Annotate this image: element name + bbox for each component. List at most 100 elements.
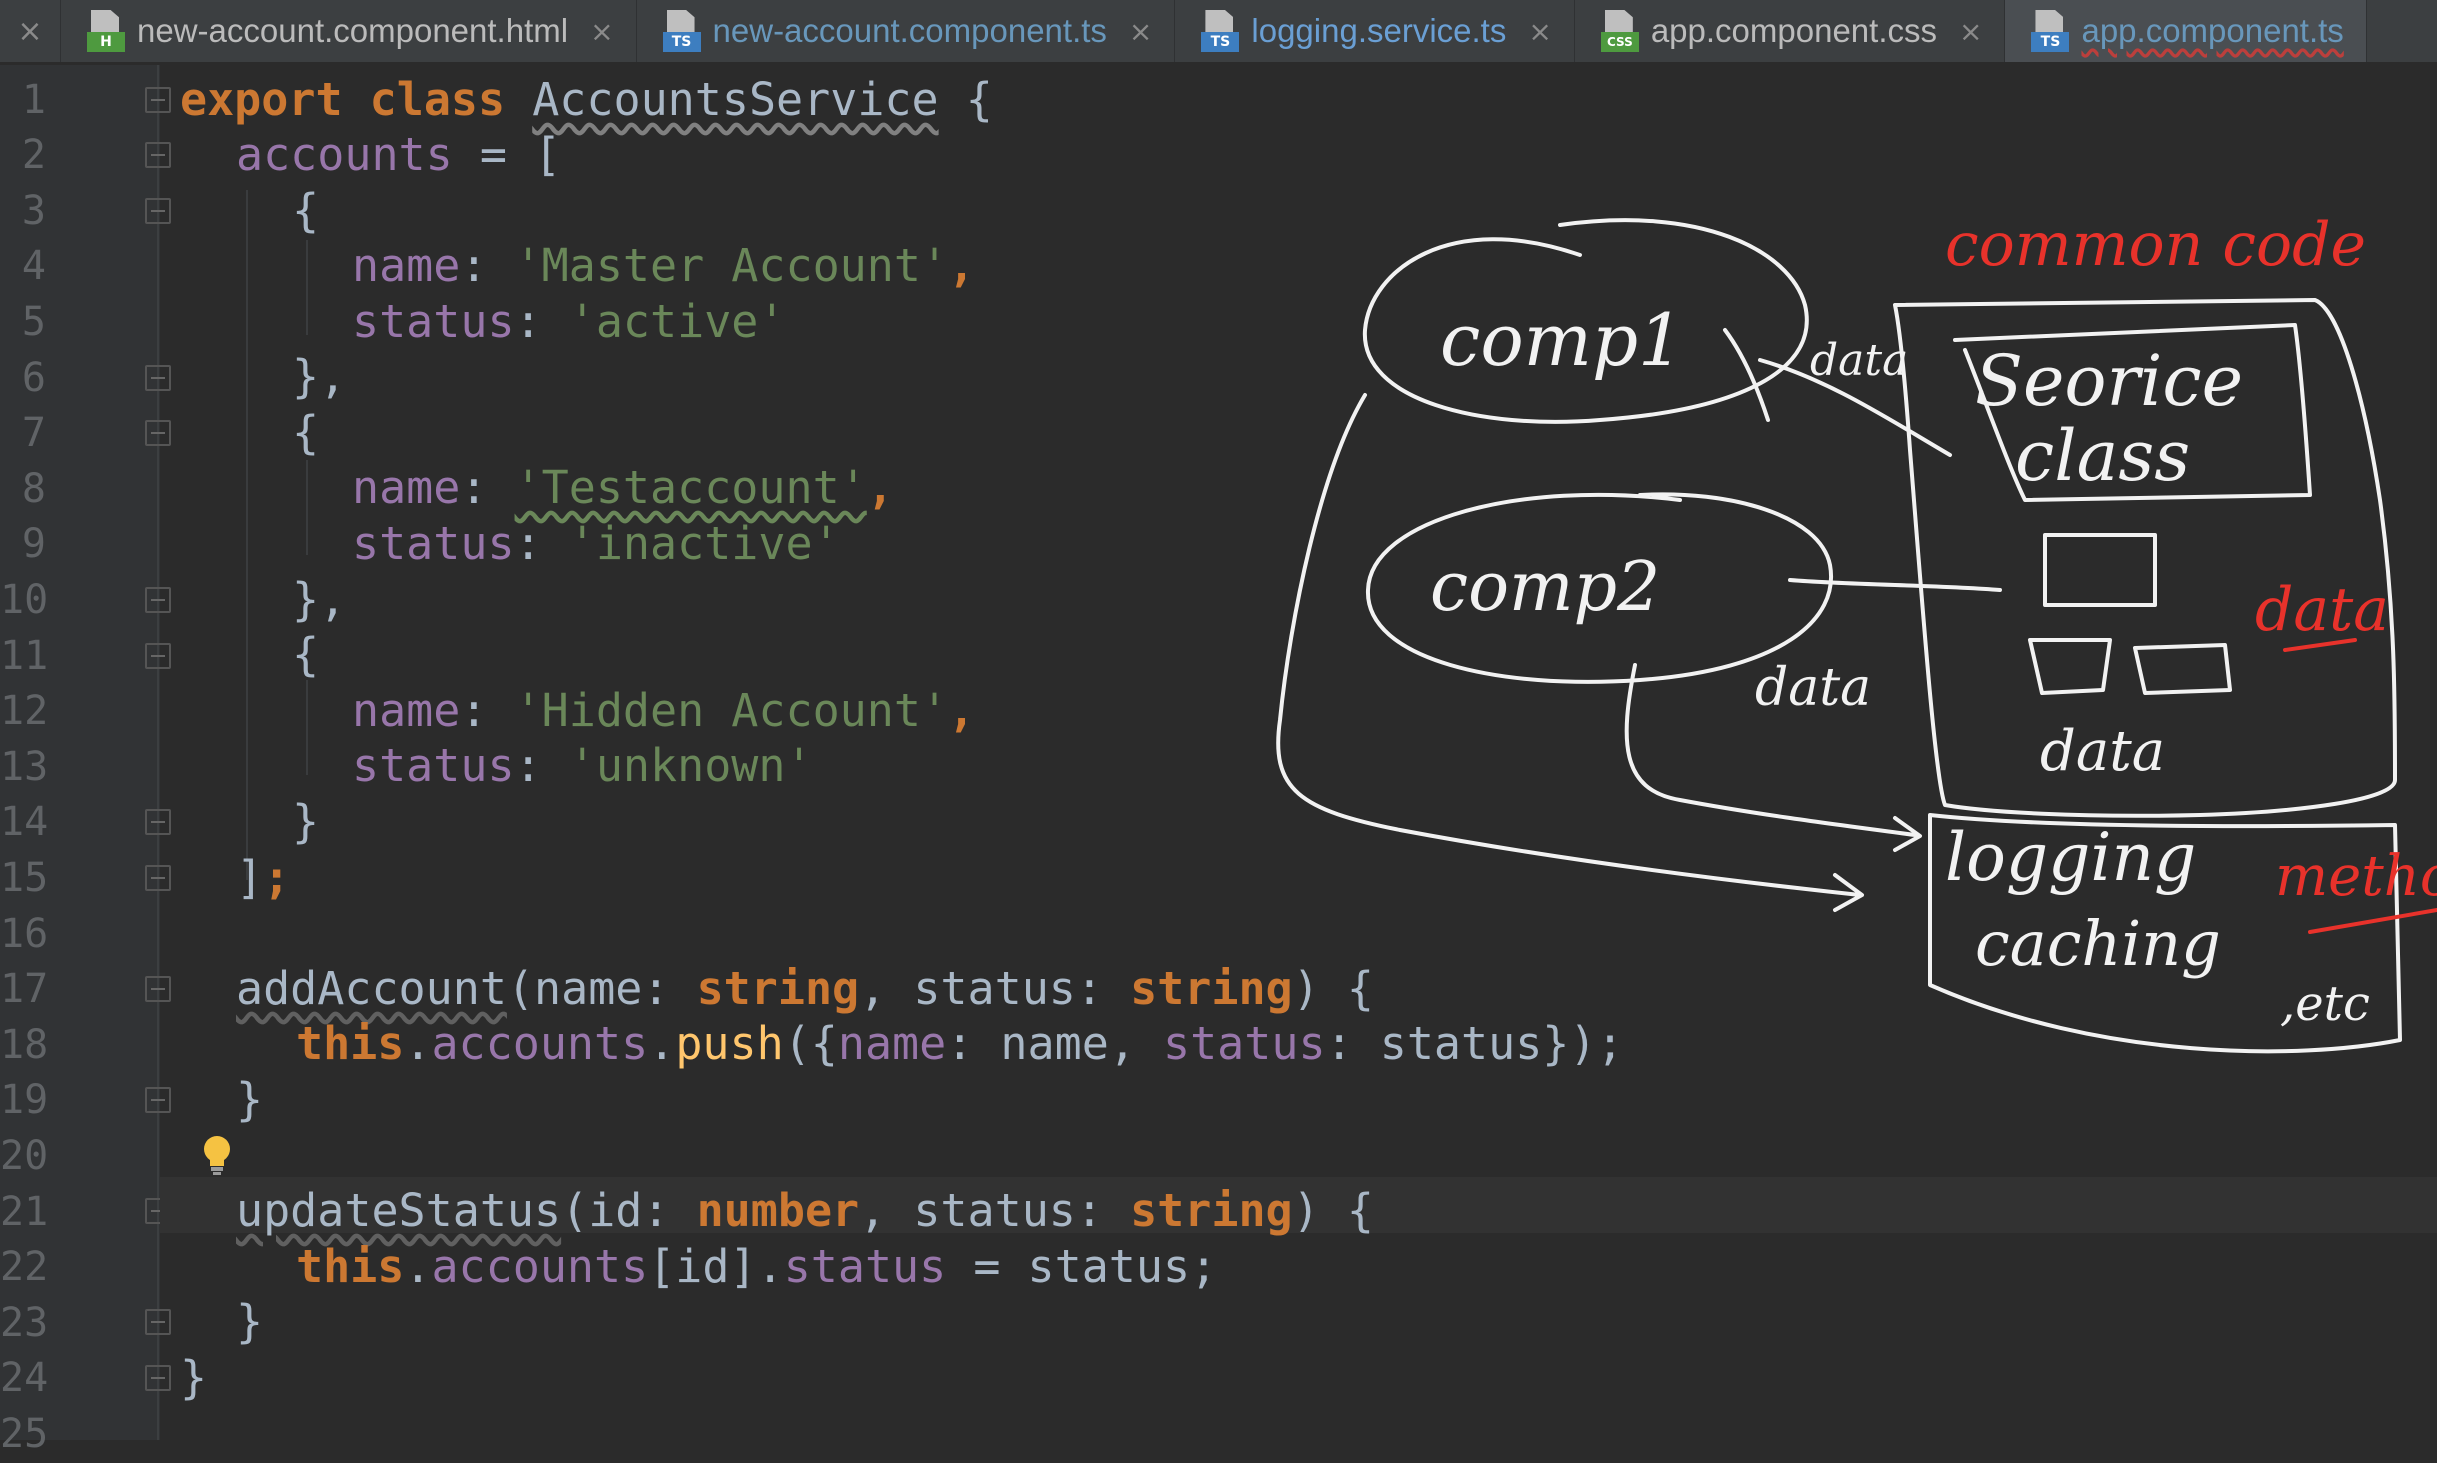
- code-line-12: name: 'Hidden Account',: [352, 684, 976, 737]
- code-line-17: addAccount(name: string, status: string)…: [236, 962, 1374, 1015]
- code-line-8: name: 'Testaccount',: [352, 461, 894, 514]
- caching-label: caching: [1975, 907, 2221, 980]
- indent-guide: [306, 240, 308, 335]
- arrowhead: [1893, 816, 1922, 852]
- data-box: [2133, 643, 2232, 695]
- comp2-ellipse: [1365, 492, 1834, 684]
- code-line-13: status: 'unknown': [352, 739, 813, 792]
- service-class-line1: Seorice: [1975, 340, 2243, 422]
- link-line: [1758, 358, 1952, 457]
- line-number-gutter: 1 2 3 4 5 6 7 8 9 10 11 12 13 14 15 16 1…: [0, 65, 160, 1457]
- fold-marker-icon[interactable]: [145, 198, 171, 224]
- code-line-5: status: 'active': [352, 295, 786, 348]
- comp1-ellipse: [1362, 218, 1809, 424]
- tab-logging-service-ts[interactable]: TS logging.service.ts ×: [1175, 0, 1575, 62]
- close-icon[interactable]: ×: [1129, 15, 1152, 48]
- tab-new-account-component-html[interactable]: H new-account.component.html ×: [61, 0, 637, 62]
- common-code-label: common code: [1945, 210, 2366, 280]
- fold-marker-icon[interactable]: [145, 420, 171, 446]
- indent-guide: [306, 680, 308, 775]
- data-label: data: [2040, 719, 2165, 784]
- close-icon[interactable]: ×: [590, 15, 613, 48]
- red-data-label: data: [2255, 575, 2389, 645]
- fold-marker-icon[interactable]: [145, 1365, 171, 1391]
- service-class-box: [1953, 323, 2312, 502]
- flow-arrow-1: [1276, 393, 1862, 897]
- tab-app-component-ts[interactable]: TS app.component.ts: [2005, 0, 2367, 62]
- data-box: [2028, 638, 2112, 695]
- line-number: 12: [0, 688, 49, 734]
- data-label: data: [1810, 335, 1908, 386]
- gutter-divider: [157, 65, 159, 1440]
- line-number: 5: [21, 299, 46, 345]
- link-line: [1723, 328, 1770, 422]
- etc-label: ,etc: [2280, 976, 2370, 1032]
- line-number: 15: [0, 855, 49, 901]
- fold-marker-icon[interactable]: [145, 587, 171, 613]
- fold-marker-icon[interactable]: [145, 87, 171, 113]
- tab-app-component-css[interactable]: CSS app.component.css ×: [1575, 0, 2006, 62]
- line-number: 14: [0, 799, 49, 845]
- code-line-3: {: [292, 184, 320, 237]
- code-line-4: name: 'Master Account',: [352, 239, 976, 292]
- close-icon[interactable]: ×: [0, 0, 61, 62]
- data-label: data: [1755, 658, 1871, 718]
- comp1-label: comp1: [1440, 298, 1684, 382]
- close-icon[interactable]: ×: [1959, 15, 1982, 48]
- indent-guide: [306, 460, 308, 555]
- code-line-23: }: [236, 1295, 264, 1348]
- line-number: 6: [21, 355, 46, 401]
- line-number: 24: [0, 1355, 49, 1401]
- data-box: [2043, 533, 2157, 607]
- tab-label: new-account.component.ts: [712, 12, 1107, 49]
- code-line-14: }: [292, 795, 320, 848]
- line-number: 4: [21, 243, 46, 289]
- line-number: 7: [21, 410, 46, 456]
- red-underline: [2283, 638, 2357, 652]
- code-line-11: {: [292, 628, 320, 681]
- service-class-line2: class: [2015, 415, 2190, 497]
- editor-tab-bar: × H new-account.component.html × TS new-…: [0, 0, 2437, 65]
- code-line-1: export class AccountsService {: [180, 73, 993, 126]
- tab-label: logging.service.ts: [1251, 12, 1507, 49]
- fold-marker-icon[interactable]: [145, 1087, 171, 1113]
- line-number: 10: [0, 577, 49, 623]
- fold-marker-icon[interactable]: [145, 365, 171, 391]
- line-number: 16: [0, 911, 49, 957]
- fold-marker-icon[interactable]: [145, 809, 171, 835]
- methods-label: methods: [2275, 844, 2437, 909]
- indent-guide: [246, 190, 248, 880]
- flow-arrow-2: [1624, 663, 1917, 837]
- line-number: 23: [0, 1300, 49, 1346]
- comp2-label: comp2: [1430, 548, 1660, 627]
- logging-caching-box: [1928, 813, 2402, 1054]
- line-number: 1: [21, 77, 46, 123]
- fold-marker-icon[interactable]: [145, 643, 171, 669]
- tab-label: app.component.ts: [2081, 12, 2344, 49]
- line-number: 3: [21, 188, 46, 234]
- logging-label: logging: [1945, 819, 2196, 896]
- code-line-7: {: [292, 406, 320, 459]
- css-file-icon: CSS: [1600, 10, 1639, 52]
- tab-new-account-component-ts[interactable]: TS new-account.component.ts ×: [637, 0, 1176, 62]
- line-number: 19: [0, 1077, 49, 1123]
- html-file-icon: H: [87, 10, 125, 52]
- fold-marker-icon[interactable]: [145, 1309, 171, 1335]
- code-line-10: },: [292, 573, 347, 626]
- line-number: 17: [0, 966, 49, 1012]
- code-line-24: }: [180, 1351, 208, 1404]
- lightbulb-icon[interactable]: [200, 1134, 234, 1178]
- line-number: 25: [0, 1411, 49, 1457]
- line-number: 21: [0, 1189, 49, 1235]
- code-line-22: this.accounts[id].status = status;: [296, 1240, 1218, 1293]
- tab-label: app.component.css: [1650, 12, 1937, 49]
- line-number: 18: [0, 1022, 49, 1068]
- line-number: 9: [21, 521, 46, 567]
- close-icon[interactable]: ×: [1528, 15, 1551, 48]
- code-line-21: updateStatus(id: number, status: string)…: [236, 1184, 1374, 1237]
- link-line: [1788, 578, 2002, 592]
- fold-marker-icon[interactable]: [145, 865, 171, 891]
- fold-marker-icon[interactable]: [145, 976, 171, 1002]
- fold-marker-icon[interactable]: [145, 142, 171, 168]
- line-number: 11: [0, 633, 49, 679]
